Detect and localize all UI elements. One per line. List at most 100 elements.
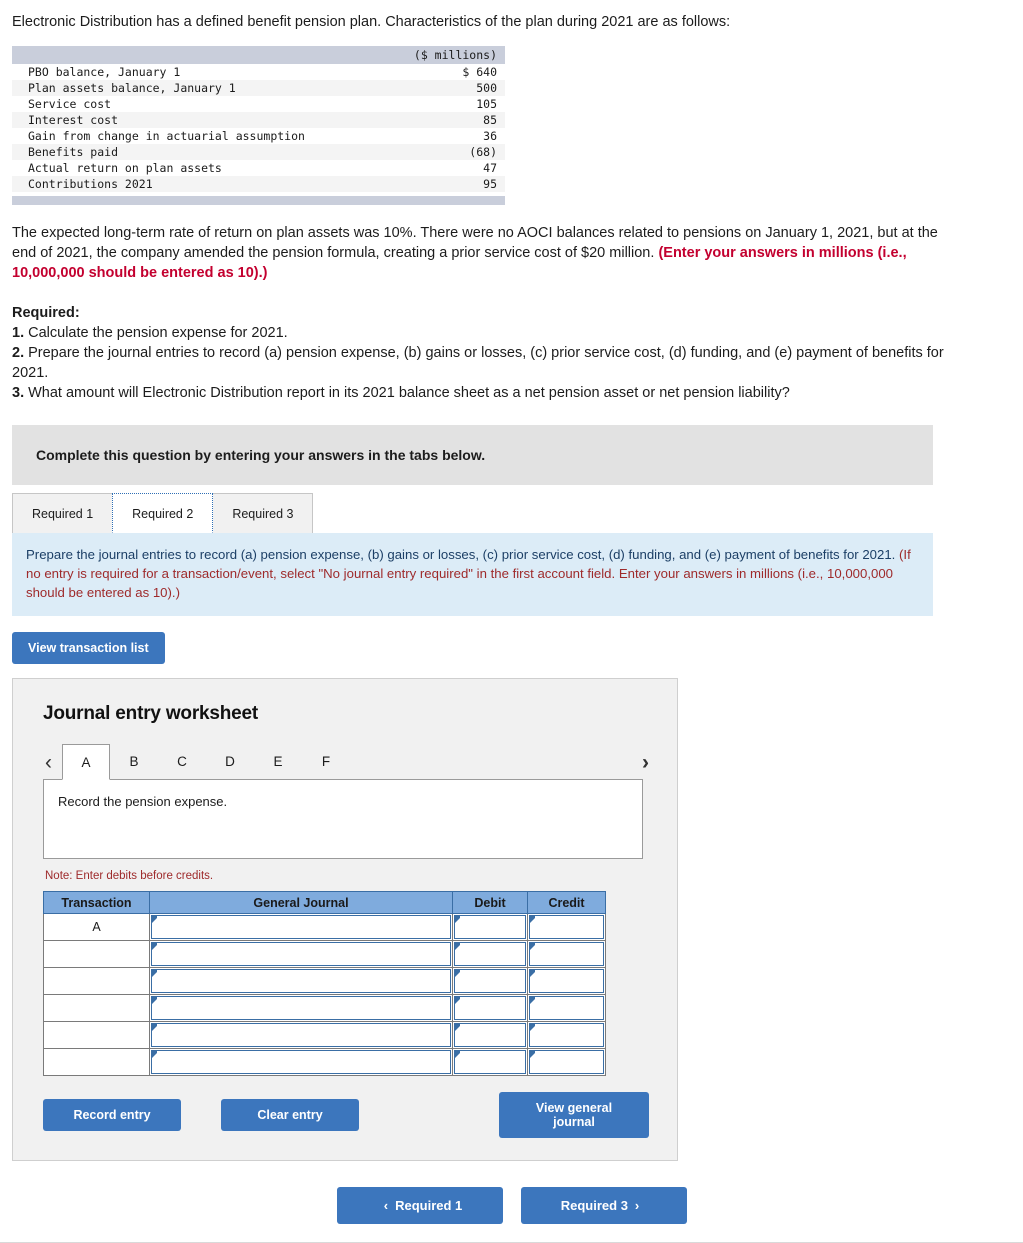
record-entry-button[interactable]: Record entry: [43, 1099, 181, 1131]
journal-general-journal-cell[interactable]: [149, 1048, 453, 1076]
journal-credit-cell[interactable]: [527, 994, 606, 1022]
journal-debit-cell[interactable]: [452, 913, 528, 941]
worksheet-tab-d[interactable]: D: [206, 743, 254, 779]
journal-col-header: Credit: [527, 891, 606, 914]
credit-input[interactable]: [529, 996, 604, 1020]
journal-credit-cell[interactable]: [527, 1021, 606, 1049]
journal-debit-cell[interactable]: [452, 994, 528, 1022]
journal-debit-cell[interactable]: [452, 940, 528, 968]
fact-value: 36: [483, 129, 497, 143]
debit-input[interactable]: [454, 996, 526, 1020]
debit-input[interactable]: [454, 915, 526, 939]
journal-credit-cell[interactable]: [527, 913, 606, 941]
fact-value: (68): [469, 145, 497, 159]
journal-credit-cell[interactable]: [527, 967, 606, 995]
units-header-cell: ($ millions): [389, 46, 505, 64]
table-row: Contributions 2021 95: [12, 176, 505, 192]
fact-label: Benefits paid: [28, 145, 119, 159]
journal-general-journal-cell[interactable]: [149, 940, 453, 968]
fact-label: PBO balance, January 1: [28, 65, 181, 79]
journal-col-header: Transaction: [43, 891, 150, 914]
chevron-left-icon: ‹: [383, 1198, 389, 1213]
general-journal-input[interactable]: [151, 915, 451, 939]
journal-debit-cell[interactable]: [452, 967, 528, 995]
general-journal-input[interactable]: [151, 996, 451, 1020]
worksheet-tab-c[interactable]: C: [158, 743, 206, 779]
next-required-button[interactable]: Required 3 ›: [520, 1187, 687, 1224]
required-heading-text: Required:: [12, 305, 80, 321]
journal-general-journal-cell[interactable]: [149, 967, 453, 995]
journal-header-row: Transaction General Journal Debit Credit: [43, 891, 606, 914]
journal-credit-cell[interactable]: [527, 1048, 606, 1076]
clear-entry-button[interactable]: Clear entry: [221, 1099, 359, 1131]
tab-required-2[interactable]: Required 2: [112, 493, 214, 533]
fact-value: 105: [476, 97, 497, 111]
tab-required-1[interactable]: Required 1: [12, 493, 114, 533]
required-item-2: 2. Prepare the journal entries to record…: [12, 343, 953, 383]
general-journal-input[interactable]: [151, 1023, 451, 1047]
required-heading: Required:: [12, 303, 953, 323]
general-journal-input[interactable]: [151, 942, 451, 966]
required-tab-bar: Required 1 Required 2 Required 3: [12, 491, 1023, 533]
table-row: Actual return on plan assets 47: [12, 160, 505, 176]
table-head: ($ millions): [12, 46, 505, 64]
chevron-right-icon: ›: [634, 1198, 640, 1213]
required-item-1-text: Calculate the pension expense for 2021.: [24, 325, 288, 341]
required-item-2-text: Prepare the journal entries to record (a…: [12, 345, 944, 381]
journal-row: [43, 1021, 606, 1049]
debit-input[interactable]: [454, 1050, 526, 1074]
journal-entry-table: Transaction General Journal Debit Credit A: [43, 891, 606, 1076]
journal-credit-cell[interactable]: [527, 940, 606, 968]
prev-required-button[interactable]: ‹ Required 1: [336, 1187, 503, 1224]
debit-input[interactable]: [454, 969, 526, 993]
worksheet-tab-a[interactable]: A: [62, 744, 110, 780]
debit-input[interactable]: [454, 942, 526, 966]
table-body: PBO balance, January 1 $ 640 Plan assets b…: [12, 64, 505, 192]
journal-transaction-cell: A: [43, 913, 150, 941]
bottom-navigation: ‹ Required 1 Required 3 ›: [0, 1161, 1023, 1243]
credit-input[interactable]: [529, 1023, 604, 1047]
view-general-journal-button[interactable]: View general journal: [499, 1092, 649, 1138]
worksheet-description-text: Record the pension expense.: [58, 794, 228, 809]
fact-value: 95: [483, 177, 497, 191]
journal-general-journal-cell[interactable]: [149, 994, 453, 1022]
next-required-label: Required 3: [560, 1198, 628, 1213]
view-transaction-list-button[interactable]: View transaction list: [12, 632, 165, 664]
journal-general-journal-cell[interactable]: [149, 913, 453, 941]
general-journal-input[interactable]: [151, 969, 451, 993]
journal-transaction-cell: [43, 940, 150, 968]
journal-transaction-cell: [43, 1021, 150, 1049]
worksheet-button-row: Record entry Clear entry View general jo…: [43, 1092, 649, 1138]
table-row: PBO balance, January 1 $ 640: [12, 64, 505, 80]
plan-characteristics-table: ($ millions) PBO balance, January 1 $ 640…: [12, 46, 505, 192]
credit-input[interactable]: [529, 969, 604, 993]
worksheet-tab-e[interactable]: E: [254, 743, 302, 779]
journal-transaction-cell: [43, 967, 150, 995]
journal-table-head: Transaction General Journal Debit Credit: [43, 891, 606, 914]
credit-input[interactable]: [529, 915, 604, 939]
credit-input[interactable]: [529, 1050, 604, 1074]
journal-debit-cell[interactable]: [452, 1048, 528, 1076]
prev-required-label: Required 1: [395, 1198, 463, 1213]
plan-characteristics-table-wrapper: ($ millions) PBO balance, January 1 $ 640…: [0, 32, 1023, 205]
required-item-1-num: 1.: [12, 325, 25, 341]
worksheet-prev-icon[interactable]: ‹: [43, 752, 62, 779]
general-journal-input[interactable]: [151, 1050, 451, 1074]
journal-debit-cell[interactable]: [452, 1021, 528, 1049]
worksheet-tab-b[interactable]: B: [110, 743, 158, 779]
worksheet-tab-f[interactable]: F: [302, 743, 350, 779]
required-item-3-num: 3.: [12, 385, 25, 401]
journal-general-journal-cell[interactable]: [149, 1021, 453, 1049]
question-page: Electronic Distribution has a defined be…: [0, 0, 1023, 1243]
fact-label: Interest cost: [28, 113, 119, 127]
debit-input[interactable]: [454, 1023, 526, 1047]
requirement-instructions-banner: Prepare the journal entries to record (a…: [12, 533, 933, 616]
tab-required-3[interactable]: Required 3: [212, 493, 314, 533]
required-item-1: 1. Calculate the pension expense for 202…: [12, 323, 953, 343]
journal-row: [43, 940, 606, 968]
blank-header-cell: [12, 46, 390, 64]
worksheet-next-icon[interactable]: ›: [640, 752, 653, 779]
required-block: Required: 1. Calculate the pension expen…: [0, 283, 1023, 403]
credit-input[interactable]: [529, 942, 604, 966]
debits-before-credits-note: Note: Enter debits before credits.: [45, 870, 214, 882]
